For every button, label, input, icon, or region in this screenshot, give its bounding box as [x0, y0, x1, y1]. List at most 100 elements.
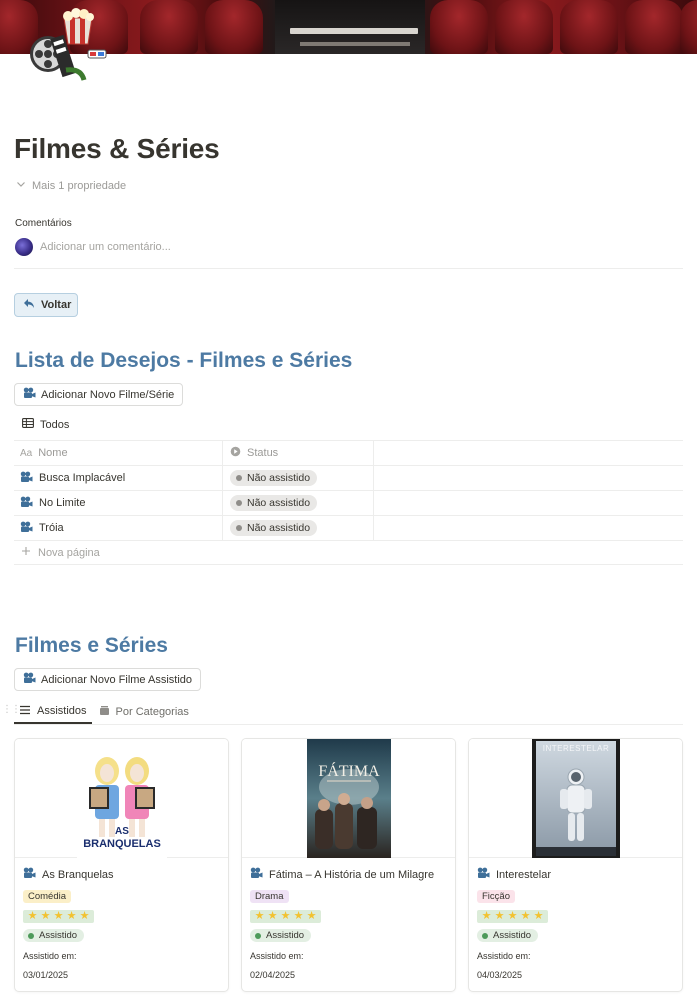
row-name: No Limite: [39, 497, 86, 509]
page-icon[interactable]: [26, 8, 110, 88]
add-watched-item-button[interactable]: Adicionar Novo Filme Assistido: [14, 668, 202, 691]
chevron-down-icon: [16, 179, 26, 192]
back-button[interactable]: Voltar: [14, 293, 78, 317]
plus-icon: [21, 546, 31, 559]
star-icon: ★: [27, 910, 38, 922]
genre-tag: Drama: [250, 890, 289, 903]
row-status-cell[interactable]: Não assistido: [223, 466, 374, 490]
rating-stars: ★ ★ ★ ★ ★: [250, 910, 321, 923]
wishlist-table: Aa Nome Status Busca Implacável Não assi…: [14, 440, 683, 565]
column-header-status[interactable]: Status: [223, 441, 374, 465]
star-icon: ★: [507, 910, 518, 922]
svg-text:AS: AS: [115, 826, 129, 837]
watched-on-date: 03/01/2025: [23, 970, 69, 980]
card-cover-image: AS BRANQUELAS: [15, 739, 228, 861]
star-icon: ★: [520, 910, 531, 922]
table-row[interactable]: Tróia Não assistido: [14, 515, 683, 540]
back-button-label: Voltar: [41, 299, 72, 311]
table-icon: [22, 418, 34, 431]
svg-text:INTERESTELAR: INTERESTELAR: [542, 744, 608, 753]
card-title: Fátima – A História de um Milagre: [250, 867, 434, 882]
more-properties-toggle[interactable]: Mais 1 propriedade: [16, 179, 126, 192]
comment-input[interactable]: Adicionar um comentário...: [40, 241, 171, 253]
genre-tag: Ficção: [477, 890, 515, 903]
row-name: Tróia: [39, 522, 64, 534]
card-title-text: Interestelar: [496, 868, 552, 881]
status-badge: Não assistido: [230, 495, 318, 511]
star-icon: ★: [267, 910, 278, 922]
tab-todos-label: Todos: [40, 418, 70, 431]
tab-assistidos-label: Assistidos: [37, 705, 87, 717]
column-name-label: Nome: [38, 447, 68, 459]
status-property-icon: [230, 446, 241, 460]
add-watched-item-label: Adicionar Novo Filme Assistido: [41, 673, 193, 686]
comments-label: Comentários: [15, 218, 72, 229]
row-status-cell[interactable]: Não assistido: [223, 491, 374, 515]
watched-on-label: Assistido em:: [477, 951, 531, 961]
status-badge: Não assistido: [230, 520, 318, 536]
star-icon: ★: [481, 910, 492, 922]
column-header-name[interactable]: Aa Nome: [14, 441, 223, 465]
gallery-card[interactable]: FÁTIMA Fátima – A História de um Milagre…: [241, 738, 456, 992]
card-stack-icon: [99, 705, 110, 719]
star-icon: ★: [533, 910, 544, 922]
watched-on-date: 04/03/2025: [477, 970, 523, 980]
movie-camera-icon: [477, 867, 490, 882]
card-title: As Branquelas: [23, 867, 114, 882]
movie-camera-icon: [23, 672, 36, 687]
card-title-text: As Branquelas: [42, 868, 114, 881]
table-header-row: Aa Nome Status: [14, 440, 683, 465]
new-page-row[interactable]: Nova página: [14, 540, 683, 565]
tab-por-categorias-label: Por Categorias: [115, 706, 189, 718]
table-row[interactable]: Busca Implacável Não assistido: [14, 465, 683, 490]
tab-por-categorias[interactable]: Por Categorias: [94, 700, 194, 724]
watched-on-date: 02/04/2025: [250, 970, 296, 980]
card-title: Interestelar: [477, 867, 551, 882]
divider: [14, 268, 683, 269]
tab-todos[interactable]: Todos: [22, 418, 69, 431]
rating-stars: ★ ★ ★ ★ ★: [477, 910, 548, 923]
avatar: [15, 238, 33, 256]
page-title[interactable]: Filmes & Séries: [14, 133, 220, 165]
poster-title-fatima: FÁTIMA: [318, 761, 380, 780]
gallery-card[interactable]: AS BRANQUELAS As Branquelas Comédia ★ ★ ★ ★…: [14, 738, 229, 992]
status-badge: Assistido: [23, 929, 85, 942]
star-icon: ★: [53, 910, 64, 922]
star-icon: ★: [79, 910, 90, 922]
gallery: AS BRANQUELAS As Branquelas Comédia ★ ★ ★ ★…: [14, 738, 683, 992]
list-icon: [19, 705, 31, 718]
movie-camera-icon: [23, 867, 36, 882]
watched-heading: Filmes e Séries: [15, 634, 168, 657]
movie-camera-icon: [20, 496, 33, 511]
rating-stars: ★ ★ ★ ★ ★: [23, 910, 94, 923]
card-cover-image: FÁTIMA: [242, 739, 455, 858]
comment-row[interactable]: Adicionar um comentário...: [15, 238, 171, 256]
star-icon: ★: [293, 910, 304, 922]
table-row[interactable]: No Limite Não assistido: [14, 490, 683, 515]
card-title-text: Fátima – A História de um Milagre: [269, 868, 435, 881]
watched-on-label: Assistido em:: [23, 951, 77, 961]
view-tabs: Assistidos Por Categorias: [14, 700, 683, 725]
column-status-label: Status: [247, 447, 279, 459]
star-icon: ★: [306, 910, 317, 922]
more-properties-label: Mais 1 propriedade: [32, 179, 127, 192]
svg-text:BRANQUELAS: BRANQUELAS: [83, 838, 161, 850]
movie-camera-icon: [250, 867, 263, 882]
row-name-cell[interactable]: Tróia: [14, 516, 223, 540]
row-name-cell[interactable]: No Limite: [14, 491, 223, 515]
star-icon: ★: [66, 910, 77, 922]
add-wishlist-item-button[interactable]: Adicionar Novo Filme/Série: [14, 383, 184, 406]
wishlist-heading: Lista de Desejos - Filmes e Séries: [15, 349, 353, 372]
star-icon: ★: [254, 910, 265, 922]
movie-camera-icon: [23, 387, 36, 402]
star-icon: ★: [280, 910, 291, 922]
reply-arrow-icon: [23, 298, 35, 312]
genre-tag: Comédia: [23, 890, 72, 903]
tab-assistidos[interactable]: Assistidos: [14, 700, 92, 724]
star-icon: ★: [494, 910, 505, 922]
gallery-card[interactable]: INTERESTELAR Interestelar Ficção ★ ★ ★ ★ ★ A…: [468, 738, 683, 992]
row-name-cell[interactable]: Busca Implacável: [14, 466, 223, 490]
row-status-cell[interactable]: Não assistido: [223, 516, 374, 540]
movie-camera-icon: [20, 471, 33, 486]
watched-on-label: Assistido em:: [250, 951, 304, 961]
